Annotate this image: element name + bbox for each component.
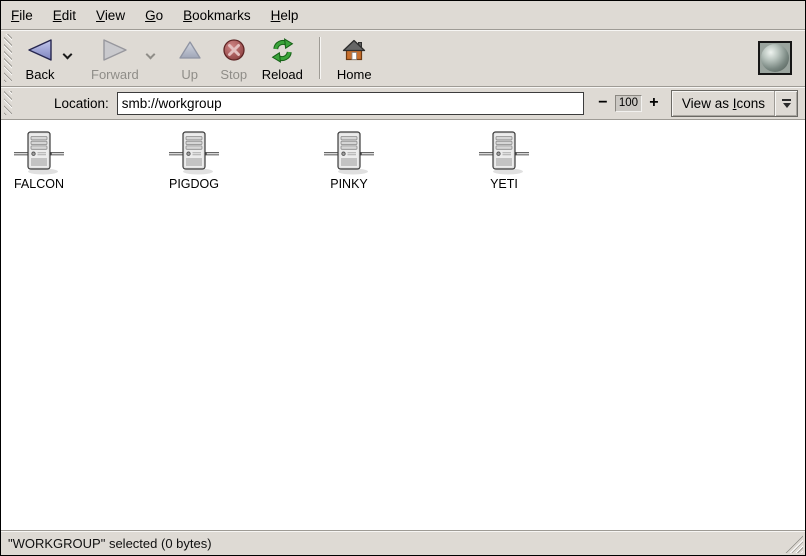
menu-help[interactable]: Help bbox=[261, 4, 309, 27]
dropdown-arrow-icon bbox=[782, 99, 791, 108]
file-manager-window: File Edit View Go Bookmarks Help Back bbox=[0, 0, 806, 556]
server-item-yeti[interactable]: YETI bbox=[474, 130, 534, 191]
up-icon bbox=[178, 35, 202, 65]
toolbar-separator bbox=[319, 37, 321, 79]
menu-file[interactable]: File bbox=[1, 4, 43, 27]
zoom-out-button[interactable]: − bbox=[596, 95, 610, 111]
location-label: Location: bbox=[54, 96, 109, 111]
icon-view: FALCON PIGDOG bbox=[1, 120, 805, 530]
back-button[interactable]: Back bbox=[18, 32, 62, 84]
zoom-in-button[interactable]: + bbox=[647, 95, 661, 111]
location-input[interactable] bbox=[117, 92, 584, 115]
location-bar-grip-handle[interactable] bbox=[4, 91, 12, 115]
forward-button: Forward bbox=[85, 32, 145, 84]
server-label: PIGDOG bbox=[164, 177, 224, 191]
throbber-sphere bbox=[761, 44, 789, 72]
home-icon bbox=[342, 35, 366, 65]
server-item-pigdog[interactable]: PIGDOG bbox=[164, 130, 224, 191]
menu-bar: File Edit View Go Bookmarks Help bbox=[1, 1, 805, 30]
server-icon bbox=[474, 130, 534, 176]
back-icon bbox=[26, 35, 54, 65]
home-button[interactable]: Home bbox=[331, 32, 378, 84]
server-label: PINKY bbox=[319, 177, 379, 191]
server-item-pinky[interactable]: PINKY bbox=[319, 130, 379, 191]
status-bar: "WORKGROUP" selected (0 bytes) bbox=[1, 530, 805, 555]
stop-icon bbox=[222, 35, 246, 65]
server-icon bbox=[164, 130, 224, 176]
menu-go[interactable]: Go bbox=[135, 4, 173, 27]
zoom-level-indicator: 100 bbox=[615, 95, 642, 112]
status-text: "WORKGROUP" selected (0 bytes) bbox=[8, 536, 212, 551]
toolbar: Back Forward bbox=[1, 30, 805, 87]
menu-bookmarks[interactable]: Bookmarks bbox=[173, 4, 261, 27]
reload-icon bbox=[270, 35, 295, 65]
forward-icon bbox=[101, 35, 129, 65]
stop-button: Stop bbox=[212, 32, 256, 84]
forward-history-chevron-icon bbox=[145, 50, 155, 60]
toolbar-grip-handle[interactable] bbox=[4, 34, 12, 82]
view-mode-label: View as Icons bbox=[682, 96, 765, 111]
server-icon bbox=[319, 130, 379, 176]
window-resize-grip[interactable] bbox=[785, 535, 803, 553]
back-history-chevron-icon[interactable] bbox=[63, 50, 73, 60]
throbber-icon bbox=[758, 41, 792, 75]
server-label: FALCON bbox=[9, 177, 69, 191]
server-label: YETI bbox=[474, 177, 534, 191]
menu-edit[interactable]: Edit bbox=[43, 4, 86, 27]
menu-view[interactable]: View bbox=[86, 4, 135, 27]
view-mode-dropdown[interactable]: View as Icons bbox=[671, 90, 798, 117]
reload-button[interactable]: Reload bbox=[256, 32, 309, 84]
location-bar: Location: − 100 + View as Icons bbox=[1, 87, 805, 120]
up-button: Up bbox=[168, 32, 212, 84]
server-icon bbox=[9, 130, 69, 176]
view-dropdown-separator bbox=[774, 91, 776, 116]
server-item-falcon[interactable]: FALCON bbox=[9, 130, 69, 191]
